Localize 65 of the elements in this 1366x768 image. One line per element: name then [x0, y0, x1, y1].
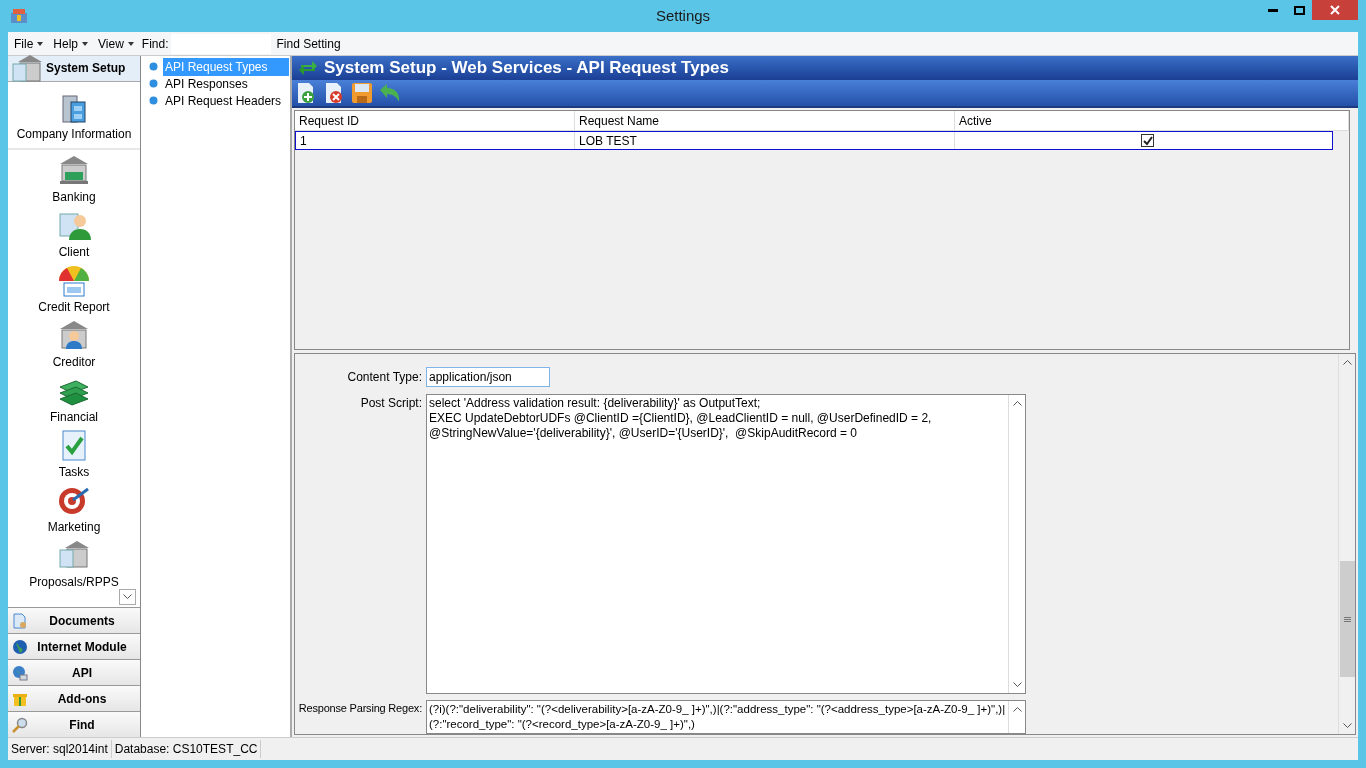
- post-script-field[interactable]: select 'Address validation result: {deliverability}' as OutputText; EXEC UpdateDebtorUDFs @ClientID ={ClientID}, @LeadClientID = null, @UserDefinedID = 2, @StringNewValue='{deliverability}', @UserID='{UserID}', @SkipAuditRecord = 0: [426, 394, 1026, 694]
- scroll-down-icon[interactable]: [1012, 682, 1022, 688]
- panel-title: System Setup - Web Services - API Request Types: [324, 57, 729, 80]
- status-text: Database: CS10TEST_CC: [111, 740, 262, 758]
- document-icon: [12, 612, 28, 629]
- table-cell: 1: [296, 132, 575, 149]
- bullet-icon: [149, 62, 158, 71]
- field-label: Post Script:: [359, 395, 423, 412]
- find-field[interactable]: [170, 33, 271, 54]
- nav-section-button[interactable]: Internet Module: [8, 633, 140, 659]
- globe-icon: [12, 638, 28, 655]
- nav-header-label: System Setup: [46, 59, 126, 77]
- tree-item[interactable]: API Request Headers: [163, 91, 289, 110]
- nav-item[interactable]: Client: [8, 207, 140, 262]
- field-label: Content Type:: [346, 369, 423, 386]
- nav-item[interactable]: Creditor: [8, 317, 140, 372]
- nav-header[interactable]: System Setup: [8, 56, 140, 82]
- column-header[interactable]: Request Name: [575, 111, 955, 130]
- column-header[interactable]: Active: [955, 111, 1349, 130]
- column-header[interactable]: Request ID: [295, 111, 575, 130]
- table-row[interactable]: 1 LOB TEST: [295, 131, 1333, 150]
- find-label: Find:: [141, 35, 169, 53]
- scroll-thumb[interactable]: [1339, 561, 1355, 677]
- save-icon[interactable]: [350, 81, 374, 105]
- scroll-up-icon[interactable]: [1342, 359, 1352, 365]
- nav-section-button[interactable]: Documents: [8, 607, 140, 633]
- window-title: Settings: [655, 5, 711, 26]
- field-label: Response Parsing Regex:: [297, 701, 423, 716]
- regex-field[interactable]: (?i)(?:"deliverability": "(?<deliverability>[a-zA-Z0-9_ ]+)",)|(?:"address_type": "(?<address_type>[a-zA-Z0-9_ ]+)",)| (?:"record_type": "(?<record_type>[a-zA-Z0-9_ ]+)",): [426, 700, 1026, 734]
- scroll-up-icon[interactable]: [1012, 400, 1022, 406]
- active-checkbox[interactable]: [1141, 134, 1154, 147]
- scroll-down-icon[interactable]: [123, 594, 132, 600]
- maximize-icon: [1293, 5, 1305, 15]
- bullet-icon: [149, 96, 158, 105]
- nav-item[interactable]: Financial: [8, 372, 140, 427]
- nav-item[interactable]: Banking: [8, 152, 140, 207]
- close-button[interactable]: [1312, 0, 1358, 20]
- close-icon: [1330, 5, 1340, 15]
- nav-section-button[interactable]: API: [8, 659, 140, 685]
- bank-icon: [57, 153, 91, 187]
- scrollbar[interactable]: [1338, 354, 1355, 734]
- search-icon: [12, 716, 28, 733]
- globe-icon: [12, 664, 28, 681]
- scroll-up-icon[interactable]: [1012, 706, 1022, 712]
- scroll-down-button[interactable]: [119, 589, 136, 605]
- nav-section-button[interactable]: Add-ons: [8, 685, 140, 711]
- nav-item[interactable]: Marketing: [8, 482, 140, 537]
- tree-item[interactable]: API Responses: [163, 74, 289, 93]
- nav-section-button[interactable]: Find: [8, 711, 140, 737]
- content-type-field[interactable]: application/json: [426, 367, 550, 387]
- scroll-down-icon[interactable]: [1342, 723, 1352, 729]
- minimize-icon: [1268, 8, 1278, 12]
- bullet-icon: [149, 79, 158, 88]
- nav-item[interactable]: Credit Report: [8, 262, 140, 317]
- menu-item[interactable]: View: [96, 34, 136, 53]
- gauge-icon: [57, 263, 91, 297]
- nav-item[interactable]: Tasks: [8, 427, 140, 482]
- table-cell: LOB TEST: [575, 132, 955, 149]
- app-icon: [10, 8, 28, 24]
- find-setting-button[interactable]: Find Setting: [274, 34, 343, 53]
- nav-item[interactable]: Proposals/RPPS: [8, 537, 140, 592]
- status-text: Server: sql2014int: [8, 740, 112, 758]
- menu-item[interactable]: Help: [51, 34, 91, 53]
- menu-item[interactable]: File: [12, 34, 46, 53]
- grip-icon: [1343, 616, 1351, 622]
